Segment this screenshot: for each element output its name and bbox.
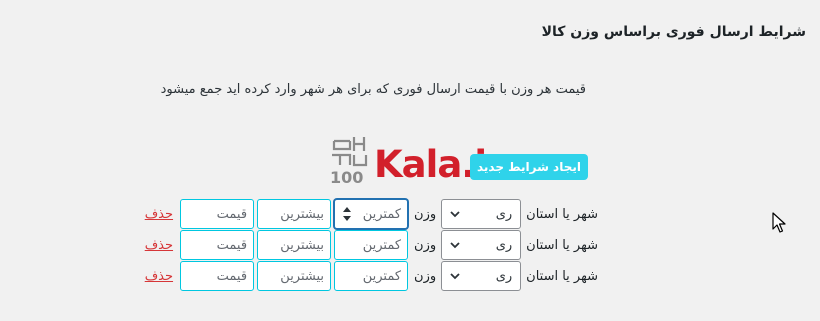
city-select[interactable]: ری bbox=[441, 261, 522, 291]
price-input[interactable] bbox=[180, 230, 255, 260]
mouse-cursor-icon bbox=[772, 212, 786, 233]
delete-link[interactable]: حذف bbox=[145, 207, 173, 222]
description: قیمت هر وزن با قیمت ارسال فوری که برای ه… bbox=[160, 82, 586, 97]
city-label: شهر یا استان bbox=[526, 206, 598, 222]
weight-label: وزن bbox=[414, 268, 437, 284]
city-select[interactable]: ری bbox=[441, 230, 522, 260]
add-condition-button[interactable]: ایجاد شرایط جدید bbox=[469, 154, 588, 180]
page-title: شرایط ارسال فوری براساس وزن کالا bbox=[541, 24, 806, 40]
weight-label: وزن bbox=[414, 206, 437, 222]
delete-link[interactable]: حذف bbox=[145, 238, 173, 253]
city-label: شهر یا استان bbox=[526, 268, 598, 284]
condition-row: شهر یا استان ری وزن حذف bbox=[145, 261, 598, 291]
min-weight-input[interactable] bbox=[334, 230, 409, 260]
max-weight-input[interactable] bbox=[257, 261, 332, 291]
weight-label: وزن bbox=[414, 237, 437, 253]
min-weight-input[interactable] bbox=[334, 261, 409, 291]
max-weight-input[interactable] bbox=[257, 230, 332, 260]
condition-row: شهر یا استان ری وزن حذف bbox=[145, 230, 598, 260]
min-weight-input[interactable] bbox=[334, 199, 409, 229]
max-weight-input[interactable] bbox=[257, 199, 332, 229]
condition-row: شهر یا استان ری وزن حذف bbox=[145, 199, 598, 229]
city-label: شهر یا استان bbox=[526, 237, 598, 253]
price-input[interactable] bbox=[180, 261, 255, 291]
svg-text:100: 100 bbox=[330, 168, 363, 185]
delete-link[interactable]: حذف bbox=[145, 269, 173, 284]
city-select[interactable]: ری bbox=[441, 199, 522, 229]
logo-mark-icon: 100 bbox=[330, 137, 368, 185]
price-input[interactable] bbox=[180, 199, 255, 229]
